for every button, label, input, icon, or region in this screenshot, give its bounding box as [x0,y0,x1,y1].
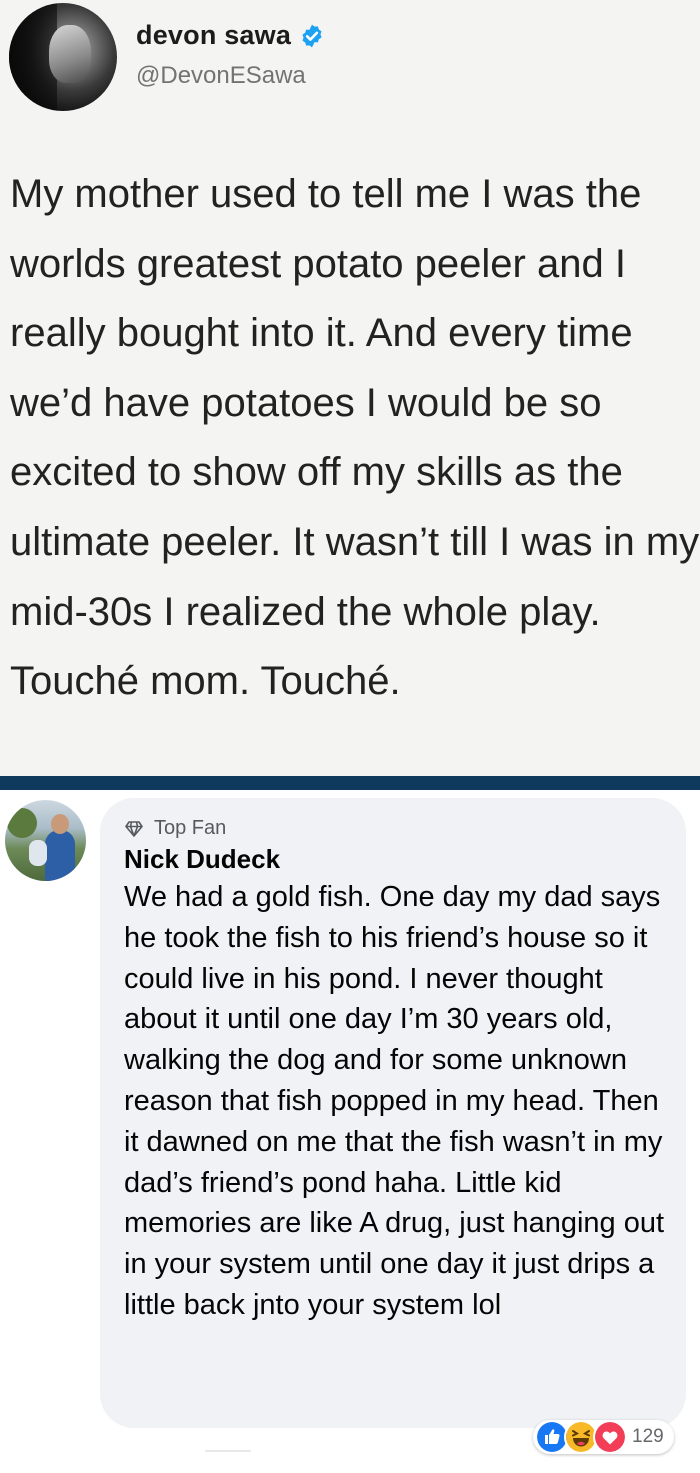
faint-mark [205,1450,251,1452]
tweet-display-name[interactable]: devon sawa [136,20,291,51]
comment-author[interactable]: Nick Dudeck [124,844,280,875]
avatar-person [45,830,75,881]
love-icon [593,1420,627,1454]
comment-bubble: Top Fan Nick Dudeck We had a gold fish. … [100,798,686,1428]
avatar-head [51,814,69,834]
tweet-text: My mother used to tell me I was the worl… [10,172,700,704]
comment-section: Top Fan Nick Dudeck We had a gold fish. … [0,790,700,1473]
avatar-face [49,25,91,83]
tweet-avatar[interactable] [9,3,117,111]
verified-badge-icon [302,24,322,47]
avatar-child [29,840,47,866]
reaction-count: 129 [632,1426,664,1447]
tweet-name-row: devon sawa [136,20,325,51]
tweet-card: devon sawa @DevonESawa My mother used to… [0,0,700,776]
reactions-summary[interactable]: 129 [533,1420,674,1454]
top-fan-badge[interactable]: Top Fan [124,817,226,840]
comment-text: We had a gold fish. One day my dad says … [124,881,665,1321]
section-divider [0,776,700,790]
top-fan-label: Top Fan [154,817,227,839]
avatar-tree [7,808,37,838]
tweet-handle[interactable]: @DevonESawa [136,62,306,90]
diamond-icon [125,820,143,837]
commenter-avatar[interactable] [5,800,86,881]
